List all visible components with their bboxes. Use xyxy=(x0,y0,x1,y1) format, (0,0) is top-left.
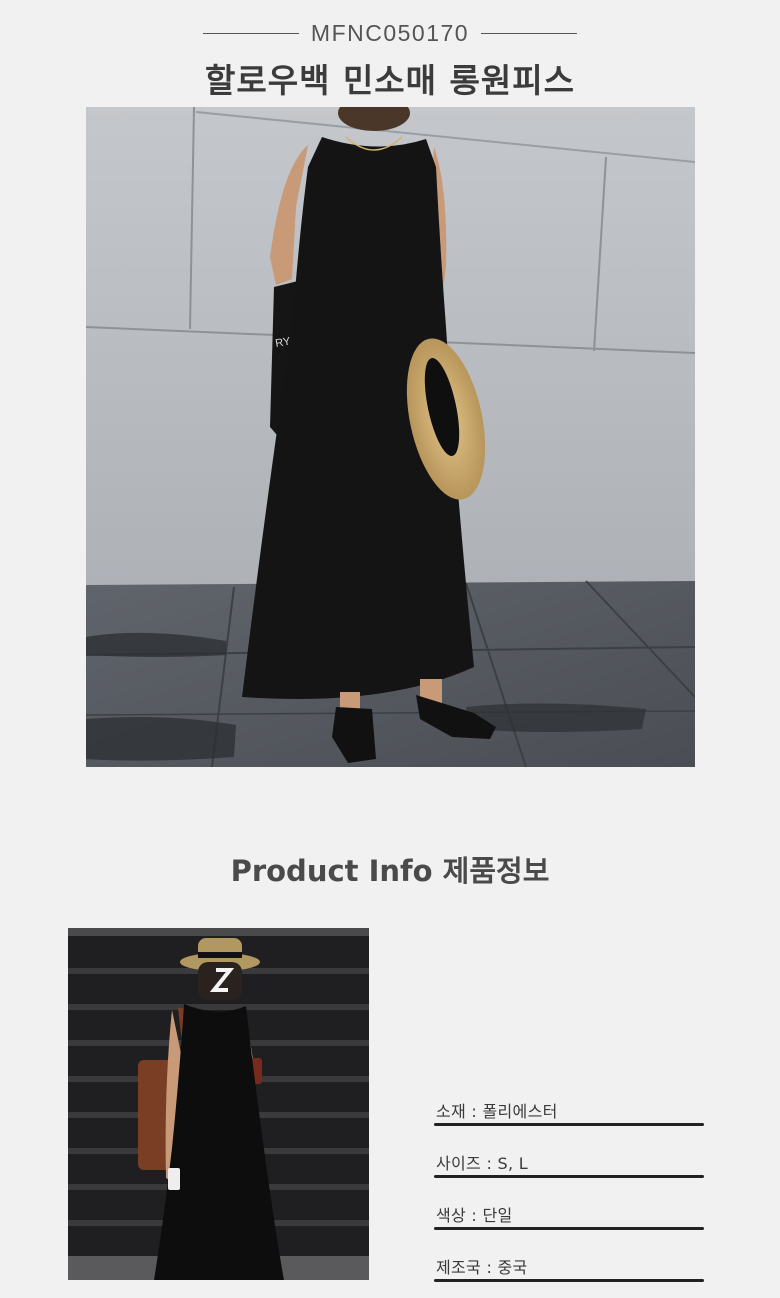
info-item-material: 소재 : 폴리에스터 xyxy=(434,1090,706,1142)
info-item-size: 사이즈 : S, L xyxy=(434,1142,706,1194)
code-divider-left xyxy=(202,32,299,34)
info-material-label: 소재 : 폴리에스터 xyxy=(436,1102,558,1121)
product-thumbnail xyxy=(68,928,369,1280)
product-info-list: 소재 : 폴리에스터 사이즈 : S, L 색상 : 단일 제조국 : 중국 xyxy=(434,1090,706,1298)
product-info-heading: Product Info 제품정보 xyxy=(230,854,550,888)
product-title: 할로우백 민소매 롱원피스 xyxy=(205,61,575,100)
thumbnail-photo-illustration xyxy=(68,928,369,1280)
info-size-label: 사이즈 : S, L xyxy=(436,1154,528,1173)
code-divider-right xyxy=(481,32,578,34)
info-divider xyxy=(434,1279,704,1282)
hero-image: RY xyxy=(86,107,695,767)
info-item-color: 색상 : 단일 xyxy=(434,1194,706,1246)
hero-photo-illustration: RY xyxy=(86,107,695,767)
info-divider xyxy=(434,1175,704,1178)
info-item-origin: 제조국 : 중국 xyxy=(434,1246,706,1298)
product-code: MFNC050170 xyxy=(310,19,470,46)
info-divider xyxy=(434,1227,704,1230)
info-origin-label: 제조국 : 중국 xyxy=(436,1258,528,1277)
info-color-label: 색상 : 단일 xyxy=(436,1206,513,1225)
product-code-row: MFNC050170 xyxy=(0,18,780,48)
info-divider xyxy=(434,1123,704,1126)
